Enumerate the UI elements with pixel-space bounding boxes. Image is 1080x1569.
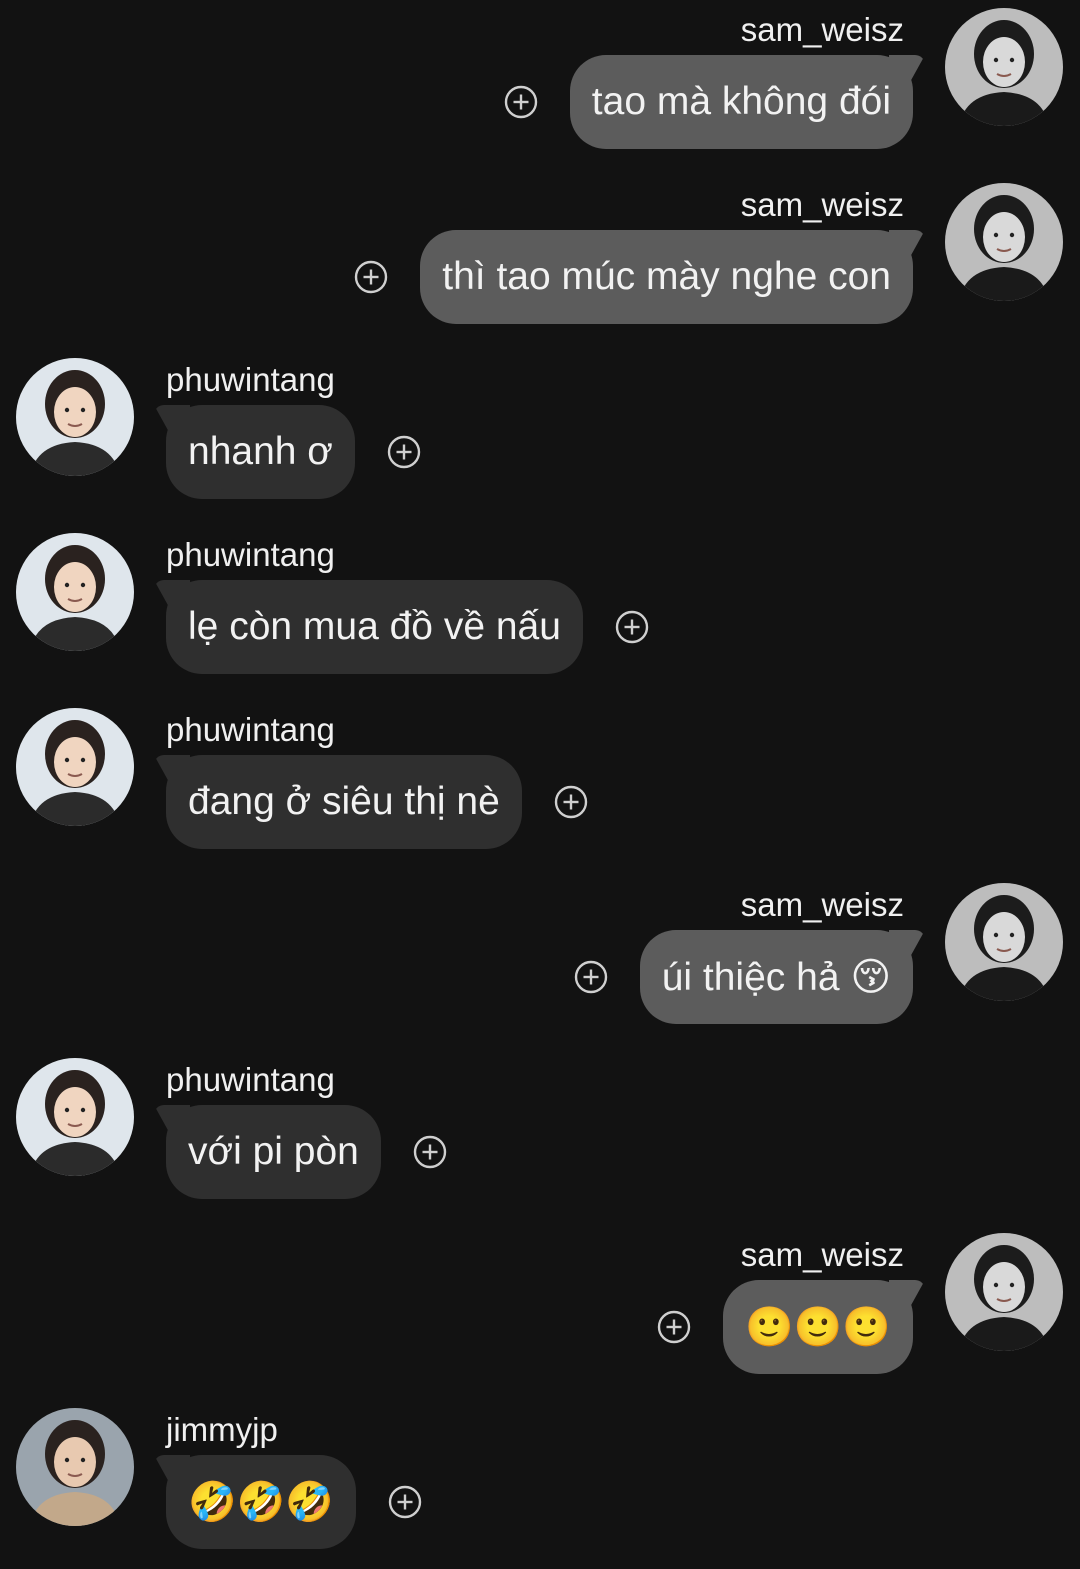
avatar-image (945, 183, 1063, 301)
message-text: tao mà không đói (591, 80, 891, 123)
message-bubble[interactable]: lẹ còn mua đồ về nấu (166, 580, 583, 674)
avatar[interactable] (945, 183, 1063, 301)
bubble-row: thì tao múc mày nghe con (354, 230, 913, 324)
sender-name: sam_weisz (740, 1236, 904, 1273)
message-bubble[interactable]: tao mà không đói (569, 55, 913, 149)
avatar[interactable] (945, 1233, 1063, 1351)
message-row: jimmyjp 🤣🤣🤣 (0, 1392, 1080, 1549)
avatar[interactable] (16, 1408, 134, 1526)
add-reaction-button[interactable] (354, 260, 388, 294)
add-reaction-icon (554, 785, 587, 819)
bubble-row: lẹ còn mua đồ về nấu (166, 580, 649, 674)
avatar[interactable] (945, 883, 1063, 1001)
add-reaction-icon (355, 260, 388, 294)
add-reaction-button[interactable] (615, 610, 649, 644)
message-bubble[interactable]: nhanh ơ (166, 405, 355, 499)
add-reaction-button[interactable] (413, 1135, 447, 1169)
sender-name: sam_weisz (740, 886, 904, 923)
message-bubble[interactable]: đang ở siêu thị nè (166, 755, 522, 849)
message-row: phuwintang lẹ còn mua đồ về nấu (0, 517, 1080, 674)
avatar-image (16, 533, 134, 651)
message-text: với pi pòn (188, 1130, 359, 1173)
message-row: phuwintang với pi pòn (0, 1042, 1080, 1199)
message-bubble[interactable]: thì tao múc mày nghe con (420, 230, 913, 324)
avatar-image (16, 1058, 134, 1176)
message-text: nhanh ơ (188, 430, 333, 473)
sender-name: phuwintang (166, 1061, 335, 1098)
add-reaction-icon (388, 1485, 421, 1519)
message-bubble[interactable]: với pi pòn (166, 1105, 381, 1199)
message-text: thì tao múc mày nghe con (442, 255, 891, 298)
add-reaction-button[interactable] (657, 1310, 691, 1344)
avatar-image (16, 358, 134, 476)
add-reaction-button[interactable] (554, 785, 588, 819)
avatar[interactable] (945, 8, 1063, 126)
message-bubble[interactable]: 🤣🤣🤣 (166, 1455, 356, 1549)
sender-name: phuwintang (166, 711, 335, 748)
bubble-row: 🙂🙂🙂 (657, 1280, 913, 1374)
message-row: phuwintang nhanh ơ (0, 342, 1080, 499)
message-bubble[interactable]: 🙂🙂🙂 (723, 1280, 913, 1374)
sender-name: jimmyjp (166, 1411, 278, 1448)
sender-name: sam_weisz (740, 11, 904, 48)
add-reaction-icon (658, 1310, 691, 1344)
sender-name: sam_weisz (740, 186, 904, 223)
message-text: lẹ còn mua đồ về nấu (188, 605, 561, 648)
message-text: 🤣🤣🤣 (188, 1481, 334, 1524)
message-text: đang ở siêu thị nè (188, 780, 500, 823)
message-row: sam_weisz 🙂🙂🙂 (0, 1217, 1080, 1374)
add-reaction-icon (574, 960, 607, 994)
message-row: sam_weisztao mà không đói (0, 0, 1080, 149)
message-row: phuwintang đang ở siêu thị nè (0, 692, 1080, 849)
add-reaction-icon (615, 610, 649, 644)
message-text: 🙂🙂🙂 (745, 1306, 891, 1349)
add-reaction-icon (387, 435, 421, 469)
add-reaction-button[interactable] (388, 1485, 422, 1519)
avatar[interactable] (16, 1058, 134, 1176)
bubble-row: đang ở siêu thị nè (166, 755, 588, 849)
add-reaction-icon (413, 1135, 447, 1169)
bubble-row: với pi pòn (166, 1105, 447, 1199)
bubble-row: nhanh ơ (166, 405, 421, 499)
avatar-image (945, 883, 1063, 1001)
avatar[interactable] (16, 708, 134, 826)
add-reaction-button[interactable] (504, 85, 538, 119)
avatar[interactable] (16, 358, 134, 476)
bubble-row: 🤣🤣🤣 (166, 1455, 422, 1549)
bubble-row: úi thiệc hả 😚 (574, 930, 913, 1024)
sender-name: phuwintang (166, 361, 335, 398)
message-bubble[interactable]: úi thiệc hả 😚 (639, 930, 913, 1024)
bubble-row: tao mà không đói (504, 55, 913, 149)
avatar-image (945, 1233, 1063, 1351)
chat-thread: sam_weisz tao mà không đói sam_weisz thì t… (0, 0, 1080, 1569)
add-reaction-button[interactable] (387, 435, 421, 469)
add-reaction-button[interactable] (574, 960, 608, 994)
avatar[interactable] (16, 533, 134, 651)
message-row: sam_weisz úi thiệc hả 😚 (0, 867, 1080, 1024)
message-row: sam_weisz thì tao múc mày nghe con (0, 167, 1080, 324)
message-text: úi thiệc hả 😚 (661, 955, 891, 999)
avatar-image (16, 708, 134, 826)
avatar-image (945, 8, 1063, 126)
add-reaction-icon (504, 85, 537, 119)
sender-name: phuwintang (166, 536, 335, 573)
avatar-image (16, 1408, 134, 1526)
